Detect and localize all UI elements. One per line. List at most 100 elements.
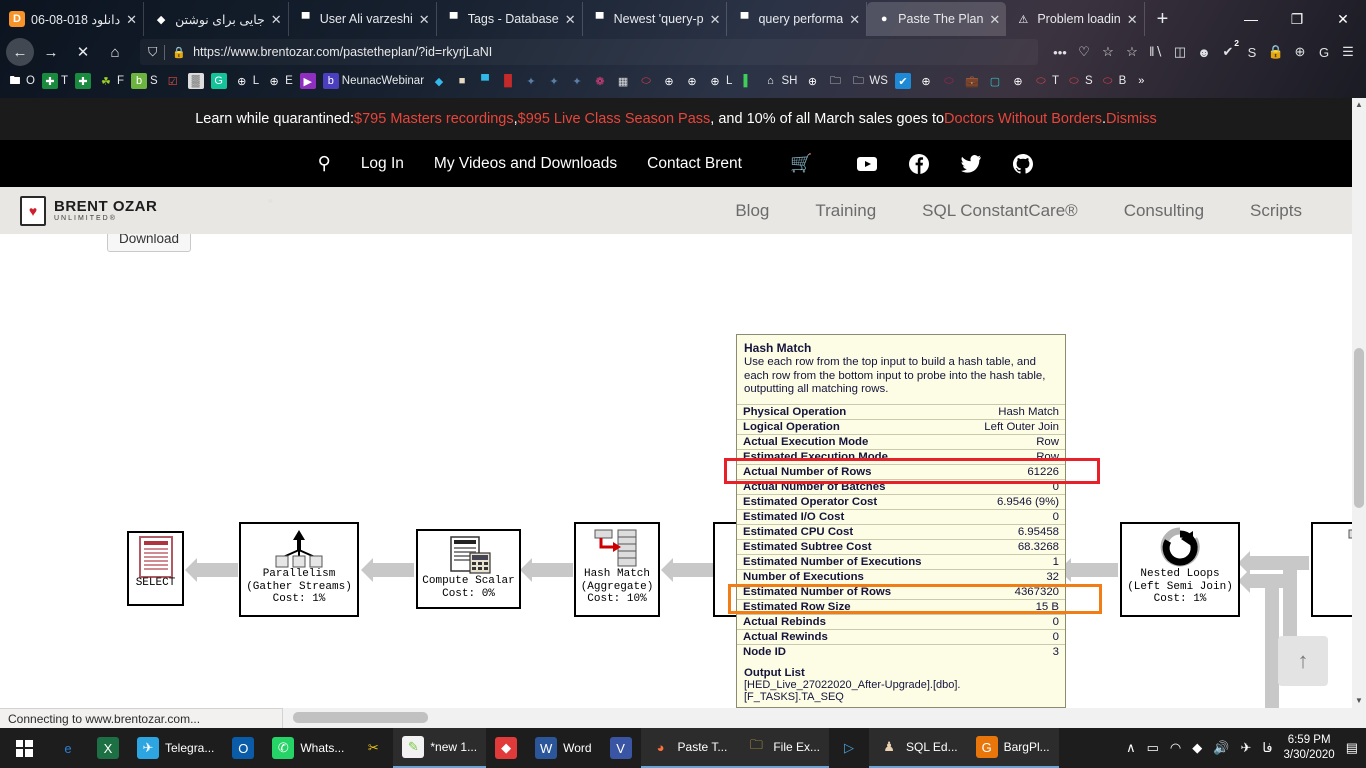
bookmark-item[interactable]: ■ (451, 73, 473, 89)
page-horizontal-scrollbar[interactable] (283, 708, 1366, 728)
taskbar-item[interactable]: ◕ Paste T... (640, 728, 737, 768)
promo-dismiss-link[interactable]: Dismiss (1106, 111, 1157, 127)
wifi-icon[interactable]: ◠ (1170, 740, 1181, 756)
grammarly-extension-icon[interactable]: G (1312, 39, 1336, 65)
nav-my-videos[interactable]: My Videos and Downloads (434, 155, 617, 173)
page-vertical-scrollbar[interactable]: ▲ ▼ (1352, 98, 1366, 708)
library-icon[interactable]: ‖∖ (1144, 39, 1168, 65)
lock-icon[interactable]: 🔒 (172, 46, 186, 59)
bookmark-item[interactable]: ▦ (612, 73, 634, 89)
taskbar-item[interactable]: ✎ *new 1... (393, 728, 487, 768)
beyond-compare-tray-icon[interactable]: ◆ (1192, 740, 1202, 756)
lock-extension-icon[interactable]: 🔒 (1264, 39, 1288, 65)
back-button[interactable]: ← (6, 38, 34, 66)
youtube-icon[interactable] (856, 153, 878, 175)
bookmark-item[interactable]: ⊕ E (263, 73, 296, 89)
taskbar-item[interactable]: W Word (526, 728, 600, 768)
bookmark-item[interactable]: 🗀 WS (847, 73, 891, 89)
operator-select[interactable]: SELECT (127, 531, 184, 606)
vertical-scroll-thumb[interactable] (1354, 348, 1364, 508)
main-nav-link[interactable]: Scripts (1250, 201, 1302, 221)
bookmark-item[interactable]: ⊕ (1007, 73, 1029, 89)
horizontal-scroll-thumb[interactable] (293, 712, 428, 723)
taskbar-item[interactable]: 🗀 File Ex... (736, 728, 830, 768)
taskbar-item[interactable]: G BargPl... (966, 728, 1059, 768)
tracking-protection-icon[interactable]: ⛉ (148, 45, 157, 60)
bookmark-item[interactable]: ✦ (543, 73, 565, 89)
clock[interactable]: 6:59 PM 3/30/2020 (1284, 733, 1335, 763)
execution-plan-canvas[interactable]: Download SELECT Parallelism (Gather Stre… (0, 234, 1352, 708)
battery-icon[interactable]: ▭ (1147, 740, 1159, 756)
bookmark-item[interactable]: ▀ (474, 73, 496, 89)
bookmark-item[interactable]: ◆ (428, 73, 450, 89)
address-bar[interactable]: ⛉ 🔒 https://www.brentozar.com/pastethepl… (140, 39, 1038, 65)
facebook-icon[interactable] (908, 153, 930, 175)
bookmark-item[interactable]: ▓ (185, 73, 207, 89)
github-icon[interactable] (1012, 153, 1034, 175)
browser-tab[interactable]: ▀ Tags - Database ✕ (437, 2, 583, 36)
tab-close-button[interactable]: ✕ (419, 13, 430, 26)
account-icon[interactable]: ☻ (1192, 39, 1216, 65)
url-text[interactable]: https://www.brentozar.com/pastetheplan/?… (193, 45, 1030, 59)
browser-tab[interactable]: ● Paste The Plan ✕ (867, 2, 1007, 36)
browser-tab[interactable]: ▀ query performa ✕ (727, 2, 868, 36)
main-nav-link[interactable]: Blog (735, 201, 769, 221)
bookmark-item[interactable]: » (1130, 73, 1152, 89)
bookmark-item[interactable]: 🗀 (824, 73, 846, 89)
bookmark-item[interactable]: ⬭ (635, 73, 657, 89)
nav-contact-brent[interactable]: Contact Brent (647, 155, 742, 173)
bookmark-item[interactable]: ⊕ L (704, 73, 735, 89)
bookmark-item[interactable]: ⌂ SH (759, 73, 800, 89)
cart-icon[interactable]: 🛒 (790, 153, 812, 174)
pocket-icon[interactable]: ♡ (1072, 39, 1096, 65)
promo-link-masters[interactable]: $795 Masters recordings (354, 111, 514, 127)
forward-button[interactable]: → (36, 38, 66, 66)
bookmark-item[interactable]: ✔ (892, 73, 914, 89)
telegram-tray-icon[interactable]: ✈ (1240, 740, 1251, 756)
operator-hash-match-aggregate[interactable]: Hash Match (Aggregate) Cost: 10% (574, 522, 660, 617)
bookmark-item[interactable]: ☘ F (95, 73, 127, 89)
tab-close-button[interactable]: ✕ (126, 13, 137, 26)
bookmark-item[interactable]: ⊕ (915, 73, 937, 89)
bookmark-item[interactable]: ▢ (984, 73, 1006, 89)
operator-compute-scalar[interactable]: Compute Scalar Cost: 0% (416, 529, 521, 609)
taskbar-item[interactable]: ✈ Telegra... (128, 728, 223, 768)
bookmark-item[interactable]: b NeunacWebinar (320, 73, 427, 89)
volume-icon[interactable]: 🔊 (1213, 740, 1229, 756)
shield-extension-icon[interactable]: ✔ 2 (1216, 38, 1240, 65)
menu-icon[interactable]: ☰ (1336, 39, 1360, 65)
operator-nested-loops[interactable]: Nested Loops (Left Semi Join) Cost: 1% (1120, 522, 1240, 617)
globe-extension-icon[interactable]: ⊕ (1288, 39, 1312, 65)
taskbar-item[interactable]: ▷ (829, 728, 869, 768)
bookmark-item[interactable]: ⬭ B (1097, 73, 1130, 89)
bookmark-star-icon[interactable]: ☆ (1096, 39, 1120, 65)
taskbar-item[interactable]: ♟ SQL Ed... (869, 728, 967, 768)
tab-close-button[interactable]: ✕ (1127, 13, 1138, 26)
minimize-button[interactable]: — (1228, 2, 1274, 36)
bookmark-item[interactable]: 🖿 O (4, 73, 38, 89)
bookmark-item[interactable]: G (208, 73, 230, 89)
operator-parallelism[interactable]: Parallelism (Gather Streams) Cost: 1% (239, 522, 359, 617)
bookmark-item[interactable]: ⬭ S (1063, 73, 1096, 89)
scroll-down-arrow[interactable]: ▼ (1352, 694, 1366, 708)
home-button[interactable]: ⌂ (100, 38, 130, 66)
save-to-pocket-icon[interactable]: ☆ (1120, 39, 1144, 65)
bookmark-item[interactable]: ⬭ T (1030, 73, 1062, 89)
action-center-icon[interactable]: ▤ (1346, 740, 1358, 756)
browser-tab[interactable]: D دانلود 018-08-06 ✕ (0, 2, 145, 36)
bookmark-item[interactable]: ▌ (736, 73, 758, 89)
bookmark-item[interactable]: ✦ (566, 73, 588, 89)
bookmark-item[interactable]: ⊕ L (231, 73, 262, 89)
browser-tab[interactable]: ◆ جایی برای نوشتن ✕ (144, 2, 289, 36)
bookmark-item[interactable]: ⊕ (801, 73, 823, 89)
tab-close-button[interactable]: ✕ (710, 13, 721, 26)
taskbar-item[interactable]: V (601, 728, 641, 768)
taskbar-item[interactable]: ◆ (486, 728, 526, 768)
bookmark-item[interactable]: ⬭ (938, 73, 960, 89)
language-indicator[interactable]: فا (1262, 740, 1272, 756)
bookmark-item[interactable]: bS (128, 73, 161, 89)
bookmark-item[interactable]: 💼 (961, 73, 983, 89)
close-window-button[interactable]: ✕ (1320, 2, 1366, 36)
page-actions-icon[interactable]: ••• (1048, 39, 1072, 65)
main-nav-link[interactable]: SQL ConstantCare® (922, 201, 1078, 221)
